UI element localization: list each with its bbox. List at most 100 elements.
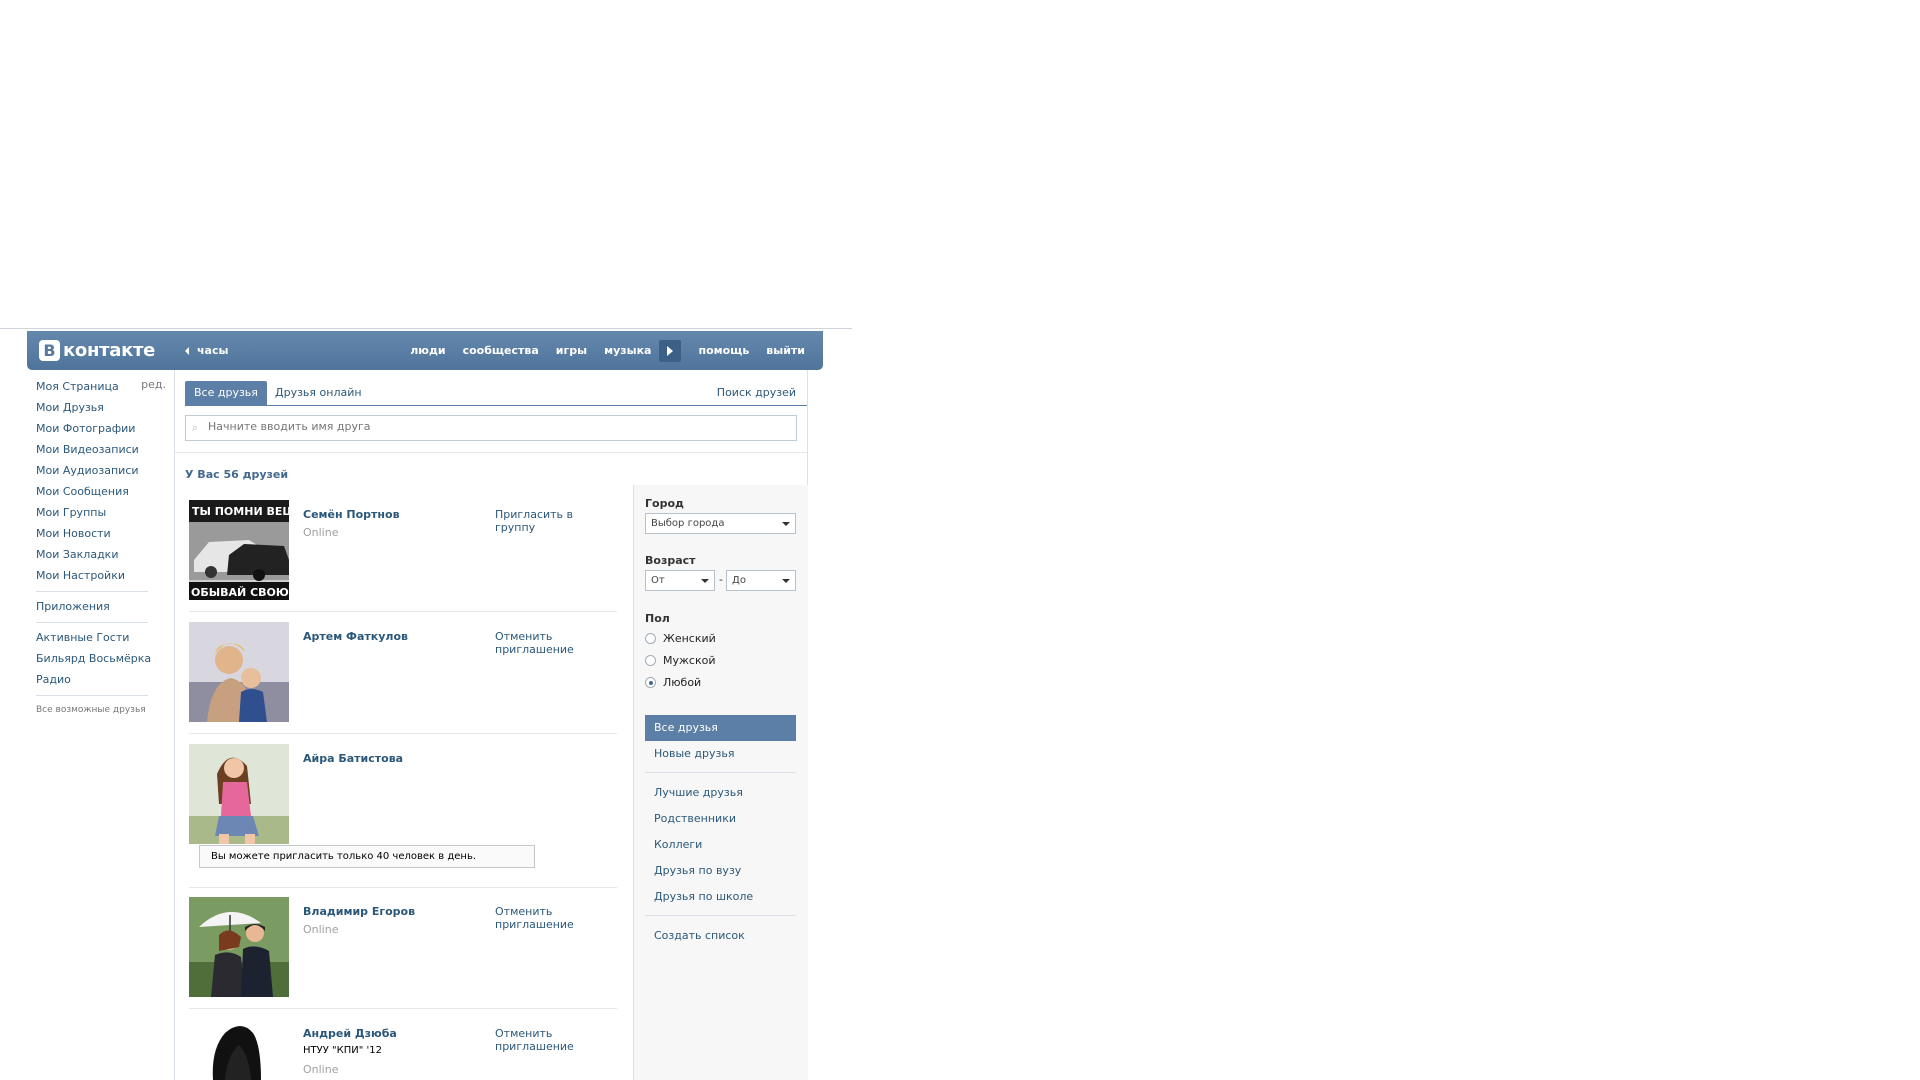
age-dash: - [719, 573, 723, 586]
play-icon[interactable] [659, 339, 682, 362]
row-divider [189, 611, 617, 612]
friend-name[interactable]: Айра Батистова [303, 752, 403, 765]
friend-avatar[interactable] [189, 1019, 289, 1080]
friend-name[interactable]: Андрей Дзюба [303, 1027, 397, 1040]
menu-edit-link[interactable]: ред. [141, 378, 166, 391]
nav-logout[interactable]: выйти [766, 344, 805, 357]
menu-divider [36, 591, 148, 592]
friend-avatar[interactable]: ТЫ ПОМНИ ВЕЩ ОБЫВАЙ СВОЮ БРА [189, 500, 289, 600]
friend-status: Online [303, 923, 339, 936]
radio-any-label: Любой [663, 676, 702, 689]
photo-caption-bottom: ОБЫВАЙ СВОЮ БРА [191, 586, 289, 599]
top-nav: люди сообщества игры музыка помощь выйти [393, 331, 805, 370]
left-menu: Моя Страница ред. Мои Друзья Мои Фотогра… [36, 378, 166, 723]
friend-avatar[interactable] [189, 744, 289, 844]
friend-university: НТУУ "КПИ" '12 [303, 1045, 382, 1056]
app-active-guests[interactable]: Активные Гости [36, 629, 166, 650]
friend-name[interactable]: Артем Фаткулов [303, 630, 408, 643]
menu-divider [36, 622, 148, 623]
chevron-down-icon [782, 579, 790, 583]
radio-icon [645, 655, 656, 666]
list-best-friends[interactable]: Лучшие друзья [645, 780, 796, 806]
row-divider [189, 887, 617, 888]
menu-my-photos[interactable]: Мои Фотографии [36, 420, 166, 441]
nav-games[interactable]: игры [556, 344, 587, 357]
menu-my-groups[interactable]: Мои Группы [36, 504, 166, 525]
menu-my-videos[interactable]: Мои Видеозаписи [36, 441, 166, 462]
top-header: В контакте часы люди сообщества игры муз… [27, 331, 823, 370]
menu-my-bookmarks[interactable]: Мои Закладки [36, 546, 166, 567]
cancel-invite-link[interactable]: Отменить приглашение [495, 630, 605, 656]
friend-avatar[interactable] [189, 897, 289, 997]
list-colleagues[interactable]: Коллеги [645, 832, 796, 858]
radio-female[interactable]: Женский [645, 632, 716, 645]
menu-possible-friends[interactable]: Все возможные друзья [36, 702, 166, 723]
friend-status: Online [303, 526, 339, 539]
clock-link[interactable]: часы [185, 344, 228, 357]
radio-icon [645, 633, 656, 644]
city-select[interactable]: Выбор города [645, 513, 796, 534]
clock-label: часы [197, 344, 229, 357]
menu-my-news[interactable]: Мои Новости [36, 525, 166, 546]
menu-my-friends[interactable]: Мои Друзья [36, 399, 166, 420]
app-radio[interactable]: Радио [36, 671, 166, 692]
photo-caption-top: ТЫ ПОМНИ ВЕЩ [192, 505, 289, 518]
menu-my-messages[interactable]: Мои Сообщения [36, 483, 166, 504]
invite-to-group-link[interactable]: Пригласить в группу [495, 508, 605, 534]
chevron-down-icon [782, 522, 790, 526]
age-from-select[interactable]: От [645, 570, 715, 591]
radio-any[interactable]: Любой [645, 676, 701, 689]
list-school-friends[interactable]: Друзья по школе [645, 884, 796, 910]
age-from-value: От [651, 575, 665, 586]
cancel-invite-link[interactable]: Отменить приглашение [495, 905, 605, 931]
radio-selected-icon [645, 677, 656, 688]
friends-count: У Вас 56 друзей [185, 468, 289, 481]
nav-people[interactable]: люди [410, 344, 445, 357]
radio-male-label: Мужской [663, 654, 716, 667]
menu-apps[interactable]: Приложения [36, 598, 166, 619]
cancel-invite-link[interactable]: Отменить приглашение [495, 1027, 605, 1053]
logo-text: контакте [63, 340, 156, 361]
list-new-friends[interactable]: Новые друзья [645, 741, 796, 767]
list-all-friends[interactable]: Все друзья [645, 715, 796, 741]
tab-all-friends[interactable]: Все друзья [185, 381, 267, 405]
list-relatives[interactable]: Родственники [645, 806, 796, 832]
list-university-friends[interactable]: Друзья по вузу [645, 858, 796, 884]
row-divider [189, 733, 617, 734]
friend-search-input[interactable] [206, 419, 790, 434]
friend-name[interactable]: Семён Портнов [303, 508, 400, 521]
create-list-link[interactable]: Создать список [645, 923, 796, 949]
friend-name[interactable]: Владимир Егоров [303, 905, 415, 918]
nav-help[interactable]: помощь [698, 344, 749, 357]
row-divider [189, 1008, 617, 1009]
tab-friends-online[interactable]: Друзья онлайн [266, 381, 371, 405]
tab-friend-search[interactable]: Поиск друзей [708, 381, 805, 405]
app-billiards[interactable]: Бильярд Восьмёрка [36, 650, 166, 671]
radio-female-label: Женский [663, 632, 716, 645]
radio-male[interactable]: Мужской [645, 654, 715, 667]
friend-status: Online [303, 1063, 339, 1076]
invite-limit-notice: Вы можете пригласить только 40 человек в… [199, 845, 535, 868]
search-icon: ⌕ [192, 421, 199, 434]
vk-logo[interactable]: В контакте [39, 340, 155, 361]
logo-letter: В [39, 340, 60, 361]
age-label: Возраст [645, 554, 696, 567]
menu-my-audio[interactable]: Мои Аудиозаписи [36, 462, 166, 483]
age-to-select[interactable]: До [726, 570, 796, 591]
list-divider [645, 772, 796, 773]
menu-my-settings[interactable]: Мои Настройки [36, 567, 166, 588]
menu-divider [36, 695, 148, 696]
filters-panel: Город Выбор города Возраст От - До Пол Ж… [633, 485, 808, 1080]
friend-search-box[interactable]: ⌕ [185, 415, 797, 441]
city-label: Город [645, 497, 684, 510]
top-divider [0, 328, 852, 329]
nav-communities[interactable]: сообщества [463, 344, 539, 357]
section-divider [175, 452, 807, 453]
city-select-value: Выбор города [651, 518, 725, 529]
nav-music[interactable]: музыка [604, 344, 651, 357]
friends-page: Все друзья Друзья онлайн Поиск друзей ⌕ … [174, 370, 808, 1080]
friend-avatar[interactable] [189, 622, 289, 722]
sex-label: Пол [645, 612, 670, 625]
friends-tabs: Все друзья Друзья онлайн Поиск друзей [185, 381, 807, 406]
arrow-left-icon [185, 346, 189, 355]
